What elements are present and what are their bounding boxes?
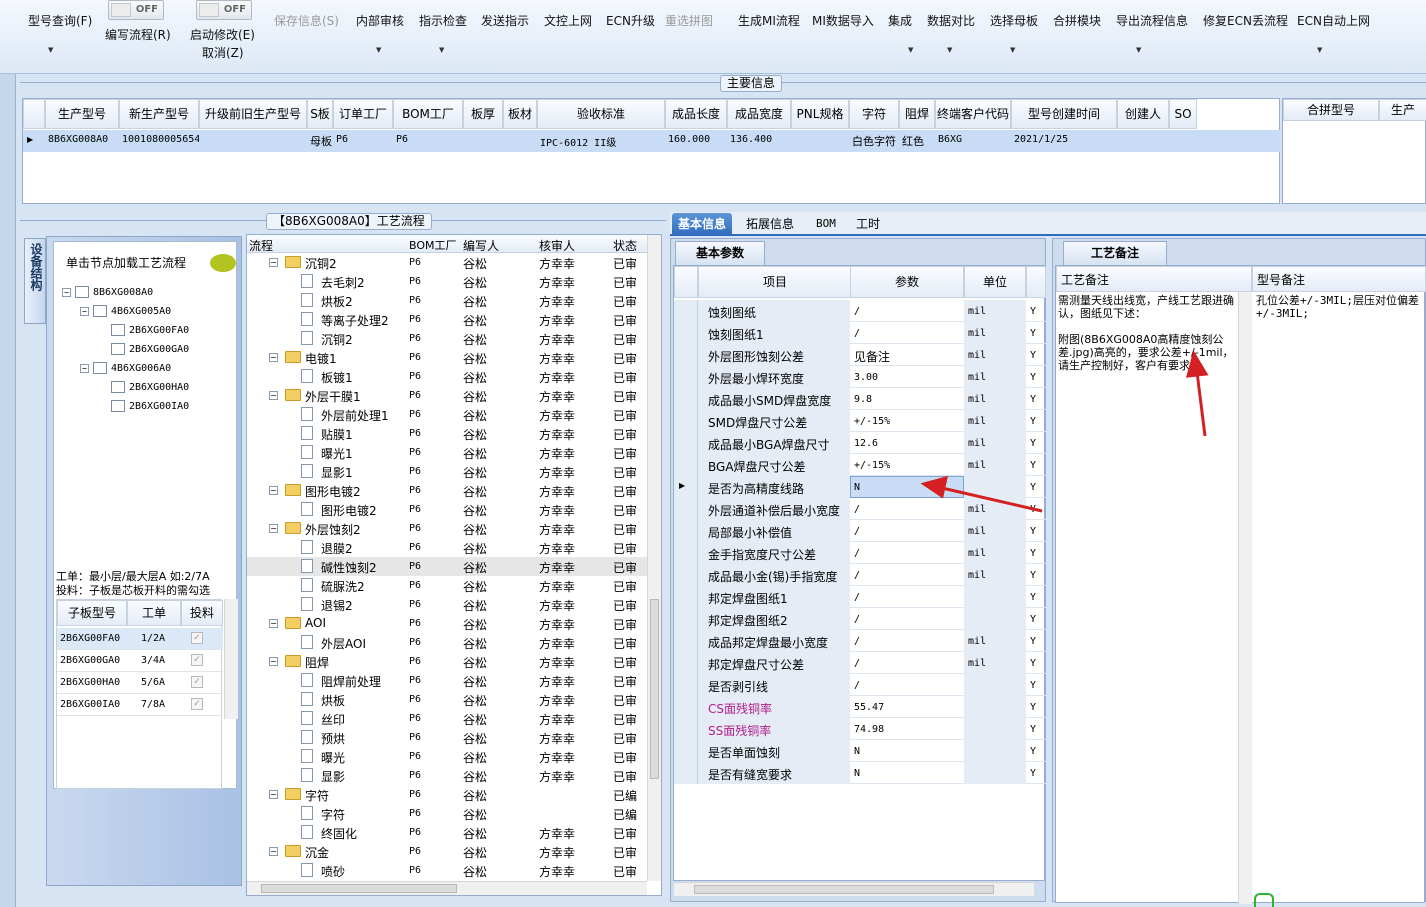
annotation-arrows <box>920 350 1209 513</box>
arrow-to-note <box>1185 350 1209 437</box>
status-indicator-icon <box>1254 893 1274 907</box>
arrow-to-param <box>920 475 1043 513</box>
